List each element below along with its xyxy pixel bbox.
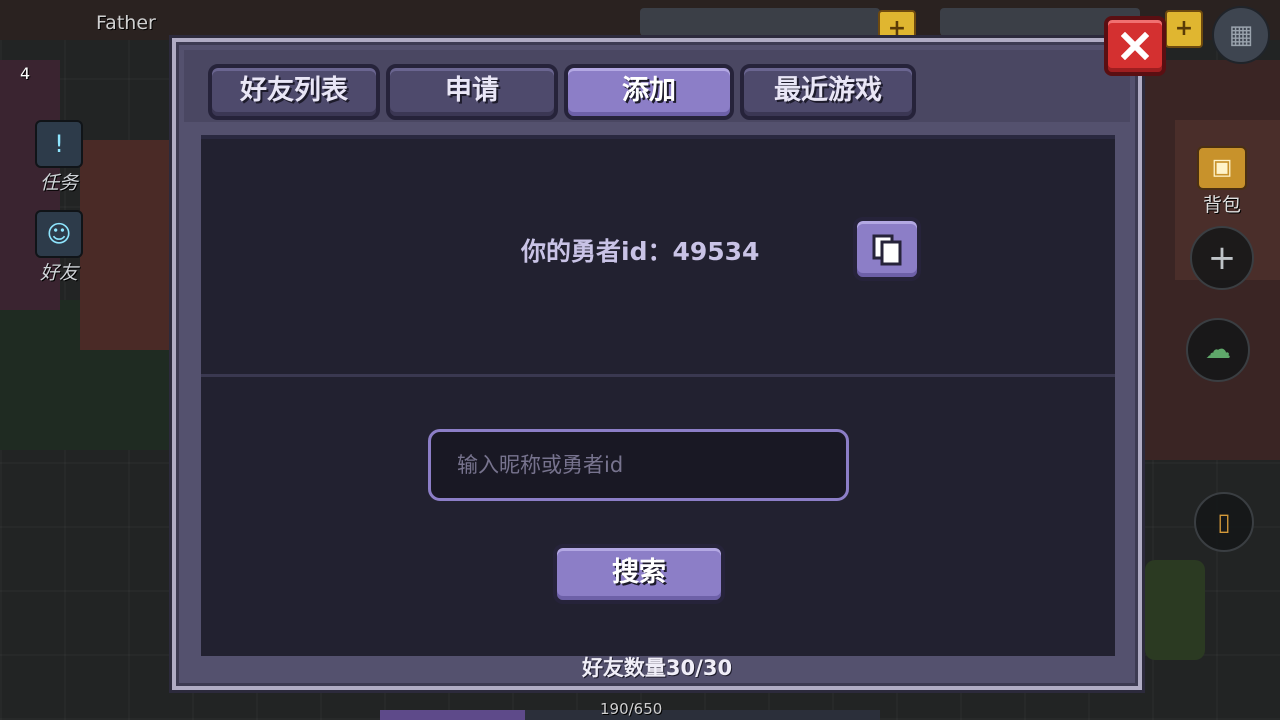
backpack-button[interactable]: ▣ 背包 bbox=[1190, 146, 1254, 217]
copy-id-button[interactable] bbox=[853, 217, 921, 281]
quest-label: 任务 bbox=[39, 172, 78, 194]
close-icon bbox=[1121, 32, 1149, 60]
friends-label: 好友 bbox=[39, 262, 78, 284]
player-level: 4 bbox=[20, 64, 31, 83]
hp-bar-fill bbox=[380, 710, 525, 720]
quest-button[interactable]: ! 任务 bbox=[20, 120, 98, 195]
tab-requests[interactable]: 申请 bbox=[386, 64, 558, 120]
tab-add[interactable]: 添加 bbox=[564, 64, 734, 120]
backpack-icon: ▣ bbox=[1197, 146, 1247, 190]
add-gem-button[interactable]: + bbox=[1165, 10, 1203, 48]
menu-grid-button[interactable]: ▦ bbox=[1212, 6, 1270, 64]
hp-text: 190/650 bbox=[600, 700, 663, 718]
tab-recent-games[interactable]: 最近游戏 bbox=[740, 64, 916, 120]
plant bbox=[1145, 560, 1205, 660]
add-button[interactable]: + bbox=[1190, 226, 1254, 290]
friends-button[interactable]: ☺ 好友 bbox=[20, 210, 98, 285]
search-input[interactable] bbox=[428, 429, 849, 501]
quest-icon: ! bbox=[35, 120, 83, 168]
search-button[interactable]: 搜索 bbox=[553, 544, 725, 604]
friend-count: 好友数量30/30 bbox=[581, 656, 733, 680]
friends-icon: ☺ bbox=[35, 210, 83, 258]
tab-bar: 好友列表 申请 添加 最近游戏 bbox=[184, 50, 1130, 122]
add-friend-panel: 你的勇者id：49534 搜索 bbox=[201, 135, 1115, 656]
section-divider bbox=[201, 374, 1115, 377]
my-hero-id: 你的勇者id：49534 bbox=[521, 237, 760, 266]
currency-bar bbox=[640, 8, 880, 36]
emote-button[interactable]: ☁ bbox=[1186, 318, 1250, 382]
player-name: Father bbox=[96, 12, 156, 34]
lantern-button[interactable]: ▯ bbox=[1194, 492, 1254, 552]
copy-icon bbox=[872, 234, 902, 266]
backpack-label: 背包 bbox=[1202, 194, 1241, 216]
friends-dialog: 好友列表 申请 添加 最近游戏 你的勇者id：49534 搜索 好友数量30/3… bbox=[172, 38, 1142, 690]
close-button[interactable] bbox=[1104, 16, 1166, 76]
tab-friend-list[interactable]: 好友列表 bbox=[208, 64, 380, 120]
